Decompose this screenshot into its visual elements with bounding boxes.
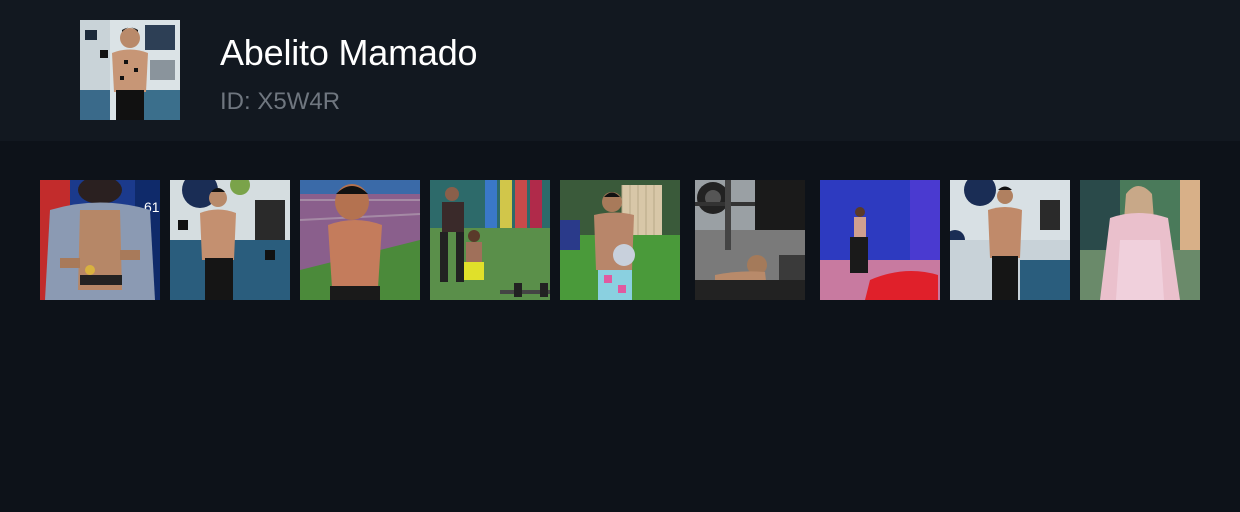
video-thumbnail-1[interactable]: 61 <box>40 180 160 300</box>
video-thumbnail-5[interactable] <box>560 180 680 300</box>
video-thumbnail-7[interactable] <box>820 180 940 300</box>
video-thumbnail-9[interactable] <box>1080 180 1200 300</box>
video-thumbnail-3[interactable] <box>300 180 420 300</box>
profile-header: Abelito Mamado ID: X5W4R <box>0 0 1240 141</box>
profile-avatar[interactable] <box>80 20 180 120</box>
profile-name: Abelito Mamado <box>220 32 478 73</box>
video-thumbnail-4[interactable] <box>430 180 550 300</box>
video-thumbnail-8[interactable] <box>950 180 1070 300</box>
profile-id: ID: X5W4R <box>220 88 341 115</box>
video-thumbnail-2[interactable] <box>170 180 290 300</box>
video-thumbnail-6[interactable] <box>695 180 805 300</box>
